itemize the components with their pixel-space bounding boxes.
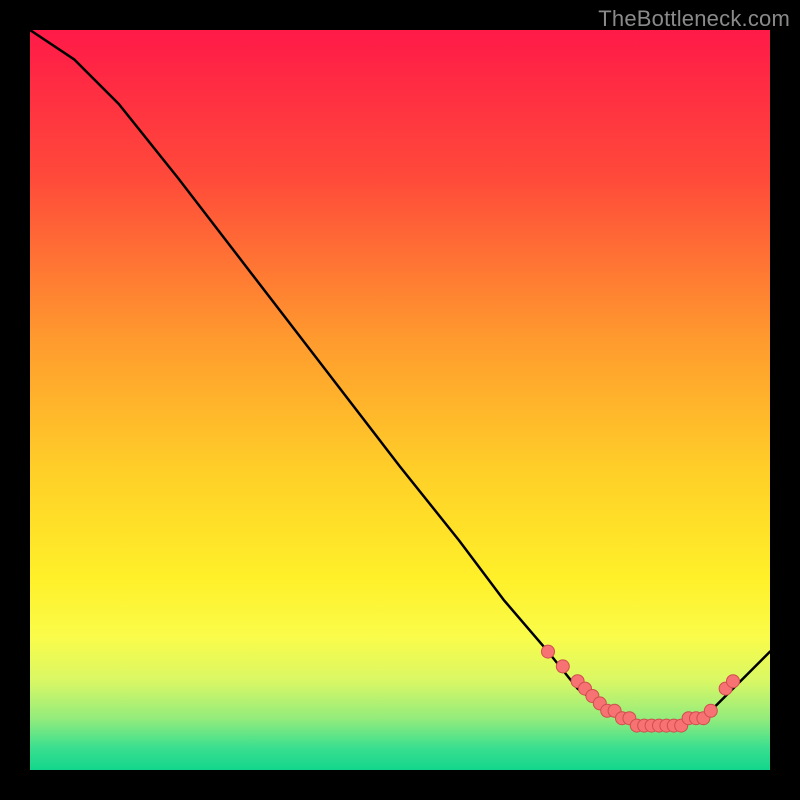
chart-area (30, 30, 770, 770)
data-point (727, 675, 740, 688)
data-point (556, 660, 569, 673)
data-point (704, 704, 717, 717)
stage: TheBottleneck.com (0, 0, 800, 800)
watermark-text: TheBottleneck.com (598, 6, 790, 32)
chart-svg (30, 30, 770, 770)
data-point (542, 645, 555, 658)
heat-background (30, 30, 770, 770)
